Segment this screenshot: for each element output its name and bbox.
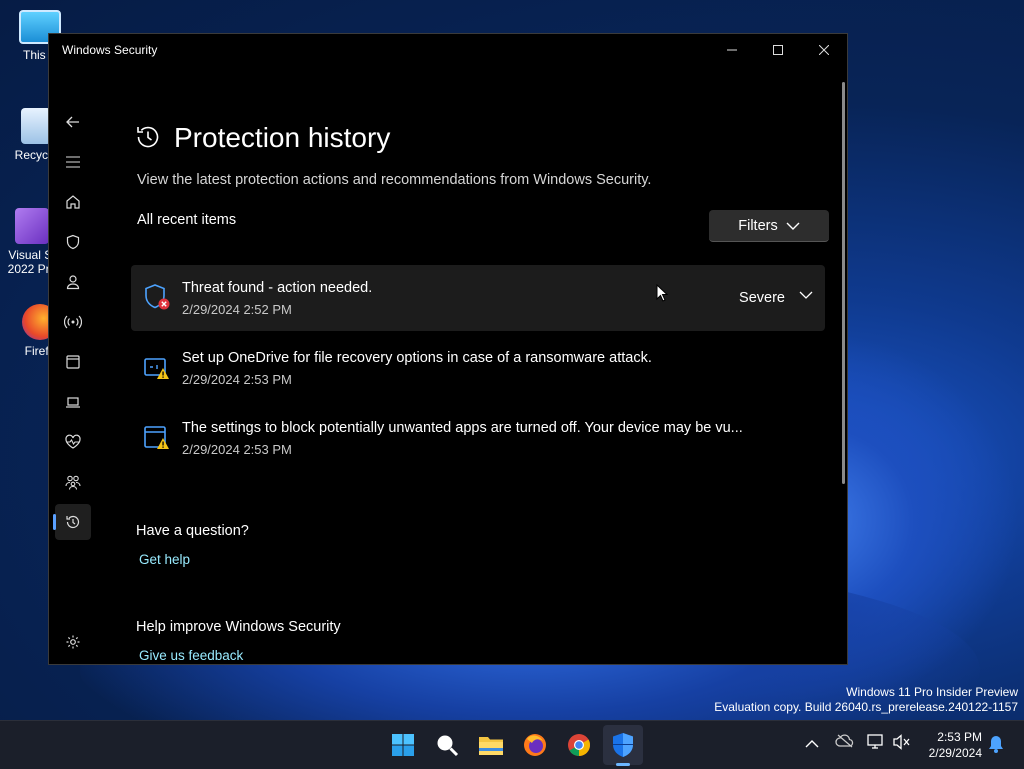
mouse-cursor-icon	[656, 284, 668, 302]
recycle-bin-icon	[21, 108, 51, 144]
app-window-icon	[66, 355, 80, 369]
start-button[interactable]	[389, 731, 417, 759]
history-item-threat[interactable]: Threat found - action needed. 2/29/2024 …	[131, 265, 825, 331]
firefox-icon	[524, 734, 546, 756]
item-title: Set up OneDrive for file recovery option…	[182, 350, 652, 366]
chevron-down-icon	[786, 222, 800, 230]
visual-studio-icon	[15, 208, 49, 244]
back-arrow-icon	[66, 116, 79, 128]
page-title: Protection history	[174, 122, 391, 153]
back-button[interactable]	[55, 104, 91, 140]
search-button[interactable]	[433, 731, 461, 759]
windows-security-icon	[613, 733, 633, 757]
heart-pulse-icon	[65, 434, 81, 449]
gear-icon	[66, 635, 80, 649]
section-label: All recent items	[137, 212, 237, 228]
file-explorer-button[interactable]	[477, 731, 505, 759]
clock-date: 2/29/2024	[928, 746, 982, 760]
item-title: Threat found - action needed.	[182, 280, 373, 296]
active-indicator	[53, 514, 56, 530]
watermark-line-2: Evaluation copy. Build 26040.rs_prerelea…	[714, 700, 1018, 714]
network-tray[interactable]	[867, 734, 885, 755]
notifications-button[interactable]	[988, 735, 1004, 758]
main-content: Protection history View the latest prote…	[131, 66, 829, 664]
minimize-icon	[727, 49, 737, 51]
navigation-rail	[49, 66, 95, 664]
chevron-down-icon	[799, 291, 813, 299]
help-question-heading: Have a question?	[136, 523, 249, 539]
nav-device-security[interactable]	[55, 384, 91, 420]
firefox-button[interactable]	[521, 731, 549, 759]
windows-start-icon	[392, 734, 414, 756]
antenna-icon	[64, 315, 82, 329]
taskbar: 2:53 PM 2/29/2024	[0, 720, 1024, 769]
warning-app-icon	[144, 358, 169, 379]
evaluation-watermark: Windows 11 Pro Insider Preview Evaluatio…	[714, 685, 1018, 715]
network-icon	[867, 734, 883, 749]
maximize-button[interactable]	[755, 34, 801, 66]
filters-label: Filters	[738, 217, 778, 234]
windows-security-button[interactable]	[609, 731, 637, 759]
maximize-icon	[773, 45, 783, 55]
give-feedback-link[interactable]: Give us feedback	[139, 648, 243, 663]
get-help-link[interactable]: Get help	[139, 552, 190, 567]
person-icon	[66, 275, 80, 290]
warning-window-icon	[144, 426, 169, 449]
item-date: 2/29/2024 2:52 PM	[182, 302, 292, 317]
chrome-button[interactable]	[565, 731, 593, 759]
severity-label: Severe	[739, 290, 785, 306]
filters-button[interactable]: Filters	[709, 210, 829, 242]
nav-settings[interactable]	[55, 624, 91, 660]
history-icon	[137, 126, 159, 148]
nav-firewall[interactable]	[55, 304, 91, 340]
volume-muted-icon	[893, 734, 910, 750]
notification-bell-icon	[989, 736, 1003, 753]
onedrive-icon	[835, 734, 854, 748]
shield-error-icon	[145, 284, 170, 310]
laptop-icon	[66, 397, 80, 408]
history-icon	[66, 515, 80, 529]
item-date: 2/29/2024 2:53 PM	[182, 442, 292, 457]
file-explorer-icon	[479, 737, 503, 755]
volume-tray[interactable]	[893, 734, 911, 755]
history-item-onedrive[interactable]: Set up OneDrive for file recovery option…	[131, 335, 825, 401]
system-clock[interactable]: 2:53 PM 2/29/2024	[929, 729, 982, 761]
windows-security-window: Windows Security Protection history View…	[48, 33, 848, 665]
nav-home[interactable]	[55, 184, 91, 220]
menu-button[interactable]	[55, 144, 91, 180]
hamburger-icon	[66, 156, 80, 168]
clock-time: 2:53 PM	[937, 730, 982, 744]
tray-overflow-button[interactable]	[805, 736, 819, 754]
nav-virus-protection[interactable]	[55, 224, 91, 260]
scrollbar[interactable]	[842, 82, 845, 484]
family-icon	[65, 475, 81, 490]
onedrive-tray[interactable]	[835, 734, 855, 753]
nav-app-browser-control[interactable]	[55, 344, 91, 380]
nav-account-protection[interactable]	[55, 264, 91, 300]
help-improve-heading: Help improve Windows Security	[136, 619, 341, 635]
history-item-pua[interactable]: The settings to block potentially unwant…	[131, 405, 825, 471]
active-app-indicator	[616, 763, 630, 766]
minimize-button[interactable]	[709, 34, 755, 66]
page-subtitle: View the latest protection actions and r…	[137, 172, 652, 188]
close-button[interactable]	[801, 34, 847, 66]
nav-device-performance[interactable]	[55, 424, 91, 460]
home-icon	[66, 195, 80, 209]
close-icon	[819, 45, 829, 55]
window-title: Windows Security	[62, 43, 158, 57]
nav-protection-history[interactable]	[53, 504, 91, 540]
chrome-icon	[568, 734, 590, 756]
title-bar[interactable]: Windows Security	[49, 34, 847, 66]
chevron-up-icon	[805, 740, 819, 748]
item-date: 2/29/2024 2:53 PM	[182, 372, 292, 387]
watermark-line-1: Windows 11 Pro Insider Preview	[846, 685, 1018, 699]
shield-icon	[66, 234, 80, 250]
search-icon	[437, 735, 459, 757]
nav-family-options[interactable]	[55, 464, 91, 500]
item-title: The settings to block potentially unwant…	[182, 420, 743, 436]
